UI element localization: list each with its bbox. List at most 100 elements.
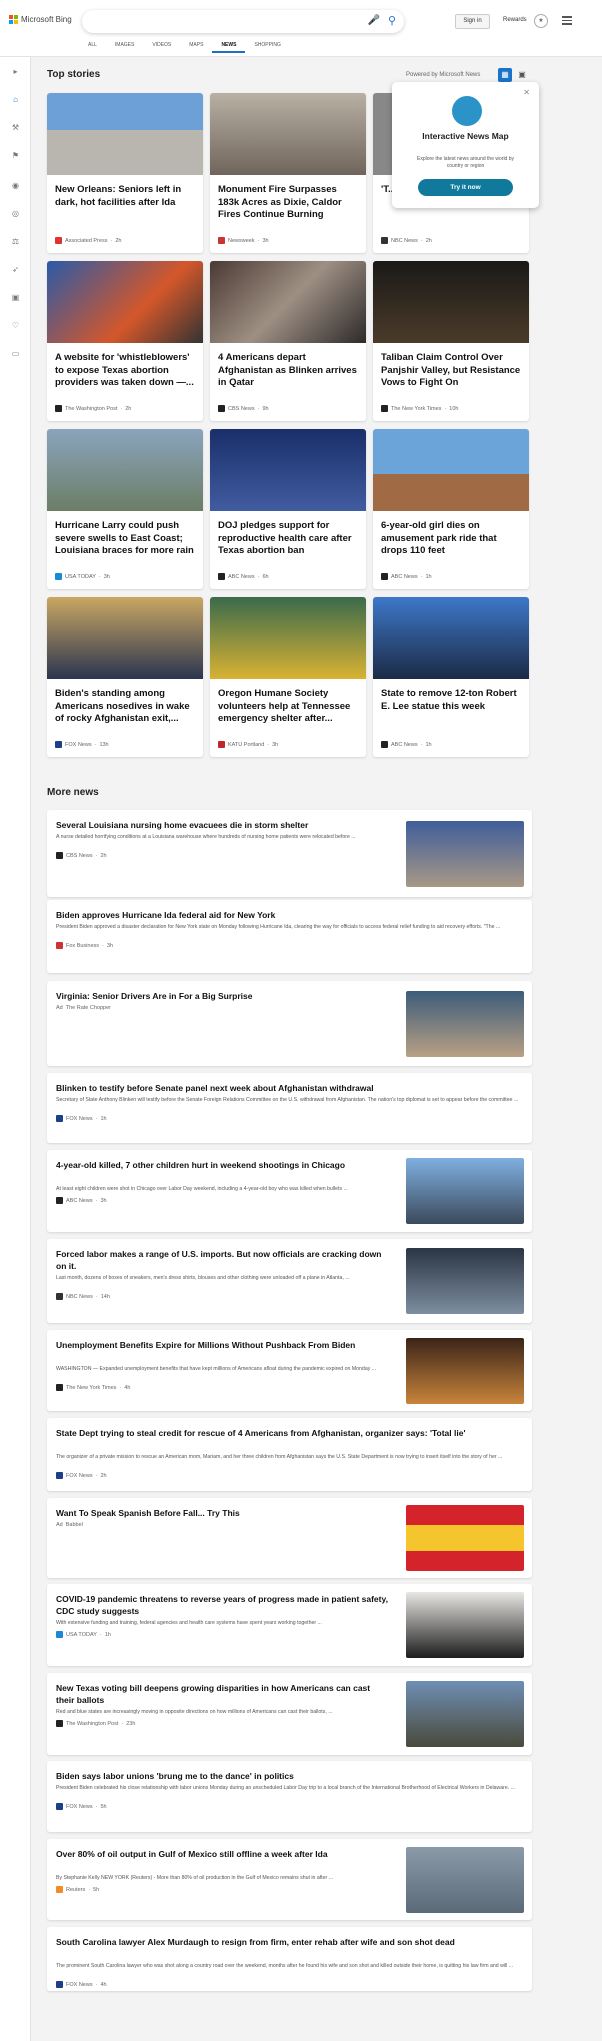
tab-shopping[interactable]: SHOPPING <box>245 41 289 53</box>
source-name: CBS News <box>228 405 255 412</box>
microphone-icon[interactable]: 🎤 <box>368 15 380 26</box>
bing-logo[interactable]: Microsoft Bing <box>9 15 72 24</box>
news-row[interactable]: 4-year-old killed, 7 other children hurt… <box>47 1150 532 1232</box>
news-row[interactable]: Virginia: Senior Drivers Are in For a Bi… <box>47 981 532 1066</box>
tab-maps[interactable]: MAPS <box>180 41 212 53</box>
story-card[interactable]: New Orleans: Seniors left in dark, hot f… <box>47 93 203 253</box>
story-image <box>210 429 366 511</box>
story-image <box>210 261 366 343</box>
sign-in-button[interactable]: Sign in <box>455 14 490 29</box>
logo-text: Microsoft Bing <box>21 15 72 24</box>
menu-icon[interactable] <box>562 16 572 27</box>
scales-icon[interactable]: ⚖ <box>11 237 20 246</box>
tab-videos[interactable]: VIDEOS <box>143 41 180 53</box>
story-card[interactable]: A website for 'whistleblowers' to expose… <box>47 261 203 421</box>
rewards-link[interactable]: Rewards <box>503 17 527 23</box>
map-view-icon[interactable]: ▣ <box>515 68 529 82</box>
news-row[interactable]: State Dept trying to steal credit for re… <box>47 1418 532 1491</box>
chevron-right-icon[interactable]: ▸ <box>11 67 20 76</box>
source-name: NBC News <box>66 1293 93 1300</box>
story-card[interactable]: DOJ pledges support for reproductive hea… <box>210 429 366 589</box>
story-card[interactable]: Taliban Claim Control Over Panjshir Vall… <box>373 261 529 421</box>
popup-close-icon[interactable]: ✕ <box>523 88 530 97</box>
heart-icon[interactable]: ♡ <box>11 321 20 330</box>
publisher-logo-icon <box>55 573 62 580</box>
news-thumbnail <box>406 821 524 887</box>
story-image <box>373 429 529 511</box>
news-source: FOX News · 5h <box>56 1803 107 1810</box>
separator: · <box>420 741 423 748</box>
news-row[interactable]: New Texas voting bill deepens growing di… <box>47 1673 532 1755</box>
news-row[interactable]: Want To Speak Spanish Before Fall... Try… <box>47 1498 532 1578</box>
film-icon[interactable]: ▣ <box>11 293 20 302</box>
publisher-logo-icon <box>56 1115 63 1122</box>
search-icon[interactable]: ⚲ <box>388 14 396 27</box>
news-row[interactable]: COVID-19 pandemic threatens to reverse y… <box>47 1584 532 1666</box>
news-age: 1h <box>100 1115 107 1122</box>
rewards-trophy-icon[interactable]: ★ <box>534 14 548 28</box>
publisher-logo-icon <box>56 1720 63 1727</box>
news-age: 3h <box>106 942 113 949</box>
story-card[interactable]: Hurricane Larry could push severe swells… <box>47 429 203 589</box>
story-card[interactable]: Monument Fire Surpasses 183k Acres as Di… <box>210 93 366 253</box>
news-row[interactable]: Forced labor makes a range of U.S. impor… <box>47 1239 532 1323</box>
story-title: State to remove 12-ton Robert E. Lee sta… <box>381 688 517 712</box>
tools-icon[interactable]: ⚒ <box>11 123 20 132</box>
money-icon[interactable]: ▭ <box>11 349 20 358</box>
story-age: 3h <box>262 237 269 244</box>
story-title: Taliban Claim Control Over Panjshir Vall… <box>381 352 521 388</box>
news-row[interactable]: Biden approves Hurricane Ida federal aid… <box>47 900 532 973</box>
globe-icon[interactable]: ◎ <box>11 209 20 218</box>
globe-map-icon <box>452 96 482 126</box>
news-thumbnail <box>406 1158 524 1224</box>
grid-view-icon[interactable]: ▦ <box>498 68 512 82</box>
story-source: Associated Press · 2h <box>55 237 121 244</box>
news-age: 1h <box>104 1631 111 1638</box>
story-age: 1h <box>425 573 432 580</box>
source-name: ABC News <box>391 573 418 580</box>
publisher-logo-icon <box>56 852 63 859</box>
header-bar: Microsoft Bing 🎤 ⚲ Sign in Rewards ★ ALL… <box>0 0 602 57</box>
source-name: The Washington Post <box>66 1720 119 1727</box>
story-card[interactable]: Oregon Humane Society volunteers help at… <box>210 597 366 757</box>
publisher-logo-icon <box>56 1631 63 1638</box>
tab-all[interactable]: ALL <box>79 41 106 53</box>
news-row[interactable]: Unemployment Benefits Expire for Million… <box>47 1330 532 1411</box>
try-it-now-button[interactable]: Try it now <box>418 179 513 196</box>
news-title: Forced labor makes a range of U.S. impor… <box>56 1249 382 1271</box>
news-row[interactable]: Several Louisiana nursing home evacuees … <box>47 810 532 897</box>
separator: · <box>88 1886 91 1893</box>
news-source: FOX News · 4h <box>56 1981 107 1988</box>
story-image <box>210 597 366 679</box>
tab-news[interactable]: NEWS <box>212 41 246 53</box>
home-icon[interactable]: ⌂ <box>11 95 20 104</box>
story-card[interactable]: Biden's standing among Americans nosediv… <box>47 597 203 757</box>
search-box[interactable]: 🎤 ⚲ <box>82 10 404 33</box>
story-title: 6-year-old girl dies on amusement park r… <box>381 520 497 556</box>
news-row[interactable]: Over 80% of oil output in Gulf of Mexico… <box>47 1839 532 1920</box>
news-title: Several Louisiana nursing home evacuees … <box>56 820 309 830</box>
news-row[interactable]: Biden says labor unions 'brung me to the… <box>47 1761 532 1832</box>
story-card[interactable]: 4 Americans depart Afghanistan as Blinke… <box>210 261 366 421</box>
publisher-logo-icon <box>381 405 388 412</box>
location-icon[interactable]: ◉ <box>11 181 20 190</box>
news-description: President Biden approved a disaster decl… <box>56 924 501 930</box>
source-name: Fox Business <box>66 942 100 949</box>
news-age: 4h <box>124 1384 131 1391</box>
story-card[interactable]: 6-year-old girl dies on amusement park r… <box>373 429 529 589</box>
publisher-logo-icon <box>56 1981 63 1988</box>
story-title: Biden's standing among Americans nosediv… <box>55 688 190 724</box>
source-name: FOX News <box>65 741 92 748</box>
source-name: The Rate Chopper <box>65 1005 111 1011</box>
news-row[interactable]: South Carolina lawyer Alex Murdaugh to r… <box>47 1927 532 1991</box>
rocket-icon[interactable]: ➶ <box>11 265 20 274</box>
story-card[interactable]: State to remove 12-ton Robert E. Lee sta… <box>373 597 529 757</box>
source-name: USA TODAY <box>66 1631 97 1638</box>
publisher-logo-icon <box>218 573 225 580</box>
ad-label: Ad <box>56 1005 63 1011</box>
news-thumbnail <box>406 1681 524 1747</box>
flag-icon[interactable]: ⚑ <box>11 151 20 160</box>
news-row[interactable]: Blinken to testify before Senate panel n… <box>47 1073 532 1143</box>
publisher-logo-icon <box>218 405 225 412</box>
tab-images[interactable]: IMAGES <box>106 41 143 53</box>
